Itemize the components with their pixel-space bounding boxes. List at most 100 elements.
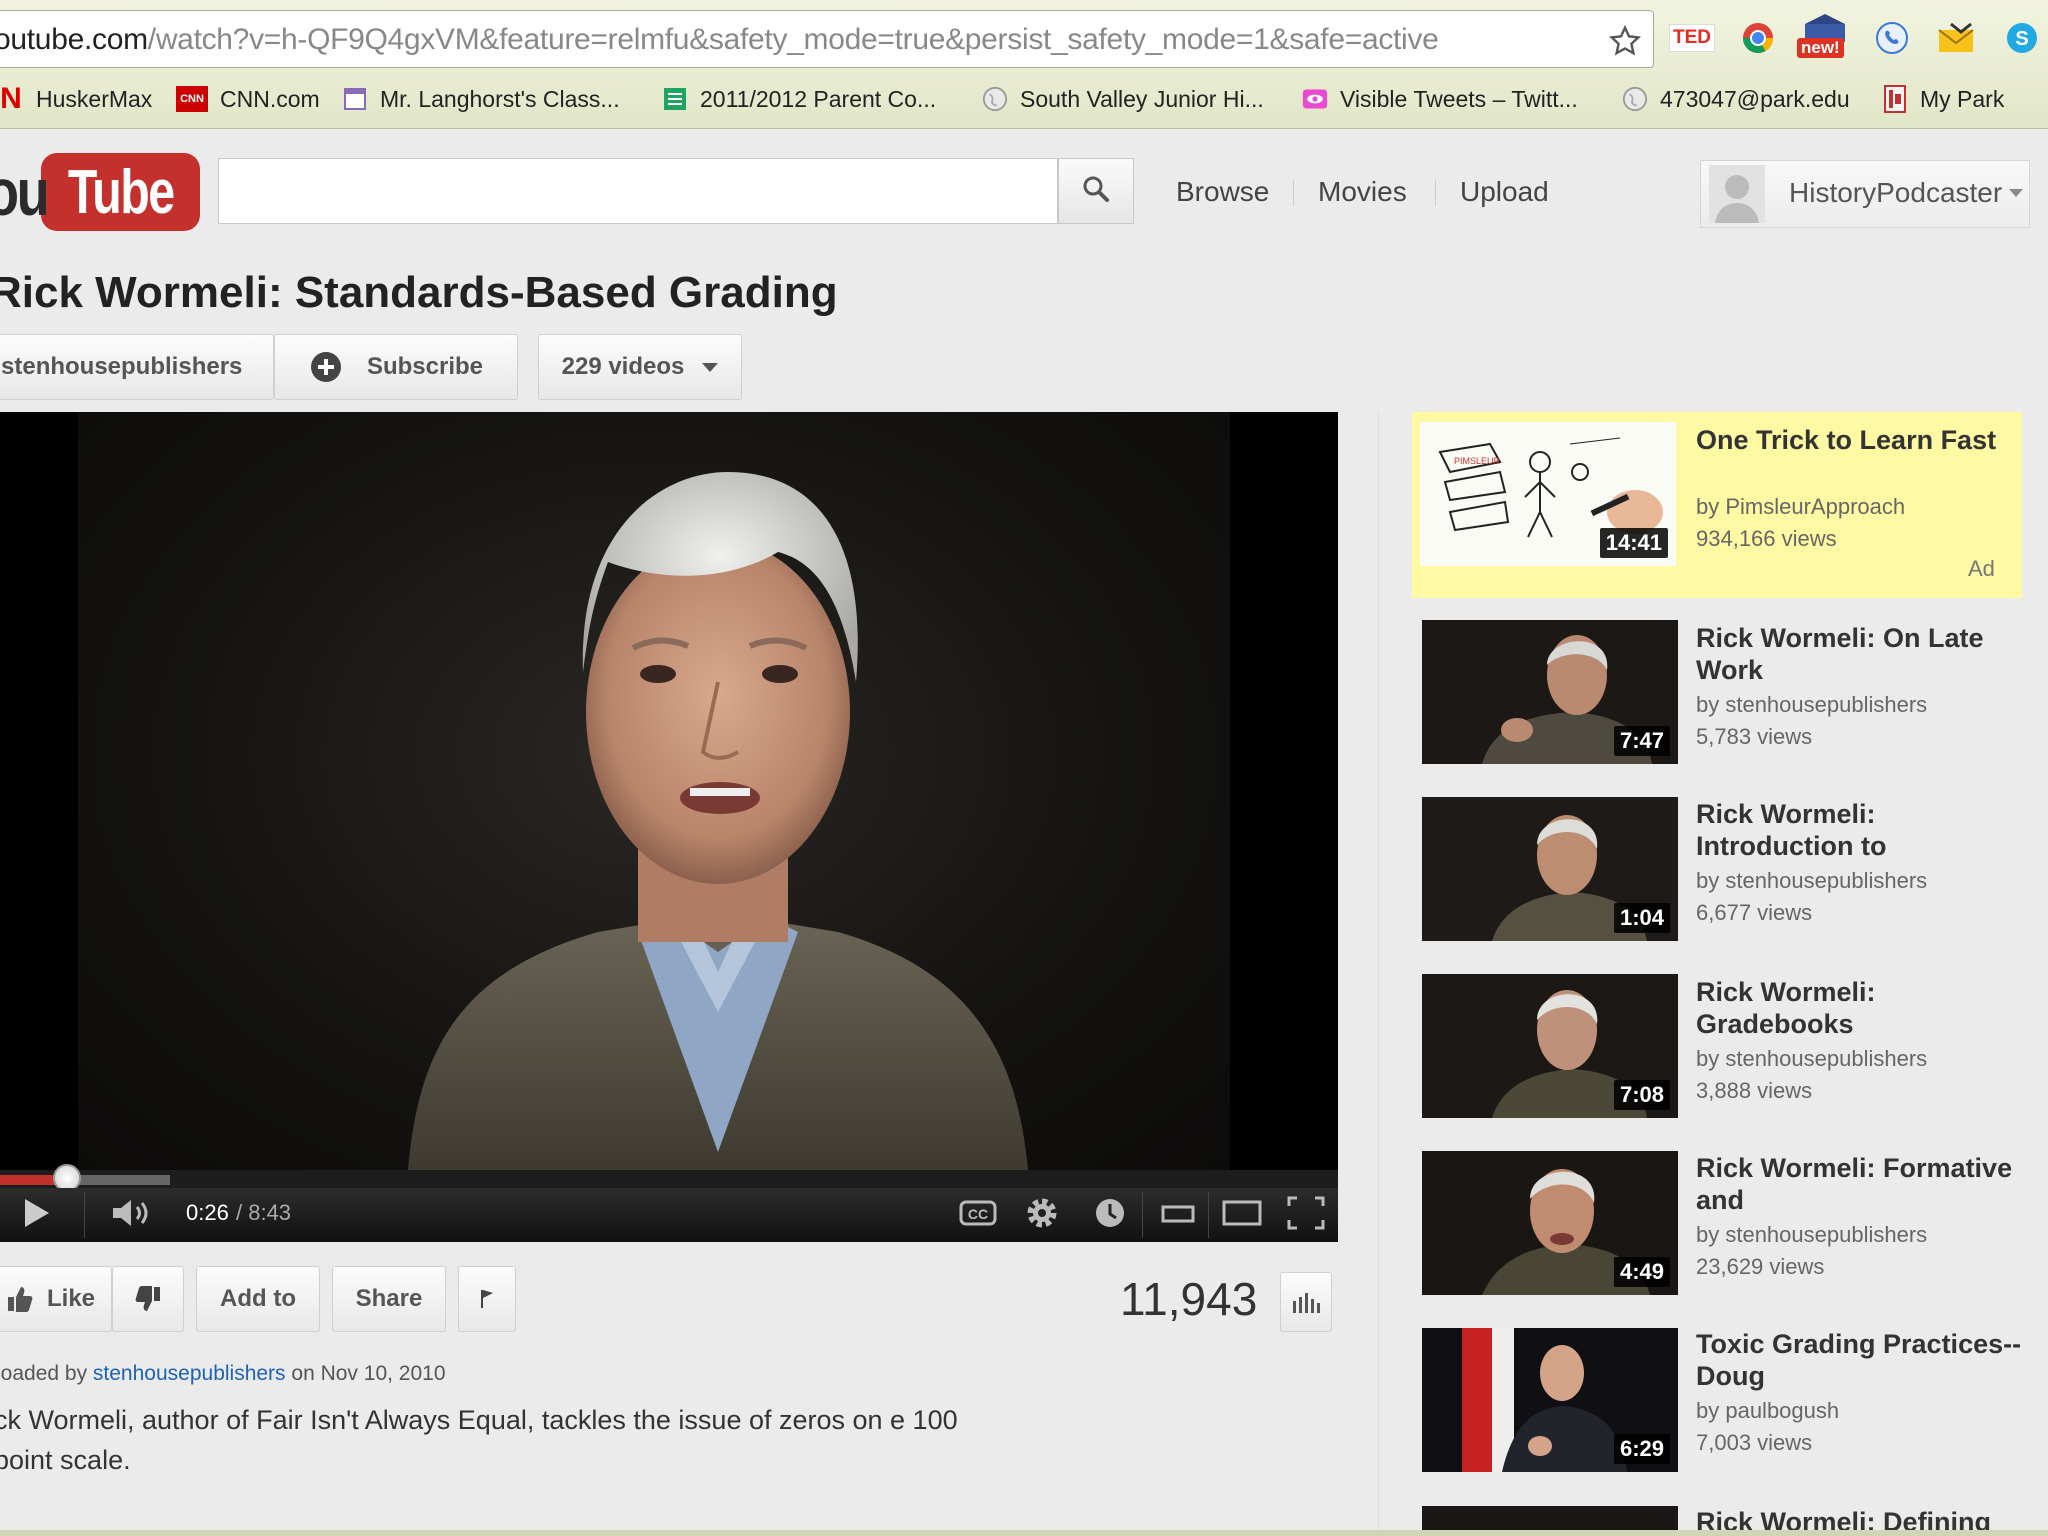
- bookmark-park-email[interactable]: 473047@park.edu: [1622, 82, 1850, 116]
- related-title[interactable]: Rick Wormeli: Gradebooks: [1696, 976, 2026, 1040]
- control-divider: [1142, 1192, 1143, 1238]
- bookmark-star-icon[interactable]: [1608, 24, 1642, 62]
- channel-button[interactable]: stenhousepublishers: [0, 334, 274, 400]
- search-input[interactable]: [218, 158, 1058, 224]
- volume-icon: [111, 1197, 155, 1234]
- related-title[interactable]: Rick Wormeli: On Late Work: [1696, 622, 2026, 686]
- flag-icon: [479, 1288, 495, 1310]
- ted-extension-icon[interactable]: TED: [1669, 16, 1715, 60]
- flag-button[interactable]: [458, 1266, 516, 1332]
- dislike-button[interactable]: [112, 1266, 184, 1332]
- progress-bar[interactable]: [0, 1164, 1338, 1192]
- thumbs-up-icon: [7, 1285, 33, 1313]
- bar-chart-icon: [1291, 1291, 1321, 1313]
- page-icon: [342, 86, 368, 112]
- nav-upload[interactable]: Upload: [1460, 176, 1549, 208]
- bookmark-huskermax[interactable]: N HuskerMax: [0, 82, 152, 116]
- video-description: ck Wormeli, author of Fair Isn't Always …: [0, 1405, 958, 1475]
- nav-browse[interactable]: Browse: [1176, 176, 1269, 208]
- related-thumbnail[interactable]: 6:29: [1422, 1328, 1678, 1472]
- url-text[interactable]: outube.com/watch?v=h-QF9Q4gxVM&feature=r…: [0, 23, 1439, 57]
- spreadsheet-icon: [662, 86, 688, 112]
- username: HistoryPodcaster: [1789, 177, 2003, 208]
- gear-icon: [1024, 1195, 1060, 1236]
- volume-button[interactable]: [108, 1194, 158, 1236]
- watch-later-button[interactable]: [1086, 1194, 1134, 1236]
- video-duration: 7:47: [1613, 726, 1670, 756]
- video-player[interactable]: 0:26 / 8:43 CC: [0, 412, 1338, 1242]
- play-button[interactable]: [14, 1194, 58, 1236]
- nav-movies[interactable]: Movies: [1318, 176, 1407, 208]
- large-player-icon: [1222, 1199, 1262, 1232]
- phone-extension-icon[interactable]: [1870, 16, 1914, 60]
- thumbs-down-icon: [135, 1285, 161, 1313]
- related-title[interactable]: Rick Wormeli: Introduction to: [1696, 798, 2026, 862]
- fullscreen-icon: [1287, 1196, 1325, 1235]
- bookmark-cnn[interactable]: CNN CNN.com: [176, 82, 320, 116]
- add-to-button[interactable]: Add to: [196, 1266, 320, 1332]
- captions-button[interactable]: CC: [954, 1194, 1002, 1236]
- bookmark-visible-tweets[interactable]: Visible Tweets – Twitt...: [1302, 82, 1578, 116]
- related-title[interactable]: Toxic Grading Practices--Doug: [1696, 1328, 2026, 1392]
- stats-button[interactable]: [1280, 1272, 1332, 1332]
- fullscreen-button[interactable]: [1282, 1194, 1330, 1236]
- settings-button[interactable]: [1018, 1194, 1066, 1236]
- related-thumbnail[interactable]: 7:08: [1422, 974, 1678, 1118]
- nav-divider: [1435, 180, 1436, 206]
- browser-toolbar: outube.com/watch?v=h-QF9Q4gxVM&feature=r…: [0, 0, 2048, 129]
- related-thumbnail[interactable]: 4:49: [1422, 1151, 1678, 1295]
- youtube-logo[interactable]: ou Tube: [0, 152, 201, 232]
- related-channel: by stenhousepublishers: [1696, 1046, 1928, 1071]
- video-duration: 1:04: [1613, 903, 1670, 933]
- new-extension-icon[interactable]: new!: [1796, 14, 1854, 60]
- total-time: / 8:43: [236, 1200, 292, 1225]
- clock-icon: [1093, 1196, 1127, 1235]
- share-button[interactable]: Share: [332, 1266, 446, 1332]
- globe-icon: [982, 86, 1008, 112]
- related-channel: by stenhousepublishers: [1696, 868, 1928, 893]
- skype-extension-icon[interactable]: S: [2000, 16, 2044, 60]
- bookmark-langhorst[interactable]: Mr. Langhorst's Class...: [342, 82, 620, 116]
- ad-title[interactable]: One Trick to Learn Fast: [1696, 424, 2026, 456]
- bookmark-south-valley[interactable]: South Valley Junior Hi...: [982, 82, 1264, 116]
- search-button[interactable]: [1058, 158, 1134, 224]
- bookmark-parent-co[interactable]: 2011/2012 Parent Co...: [662, 82, 936, 116]
- address-bar[interactable]: outube.com/watch?v=h-QF9Q4gxVM&feature=r…: [0, 10, 1654, 68]
- ad-channel: by PimsleurApproach: [1696, 494, 1906, 519]
- related-views: 23,629 views: [1696, 1254, 1825, 1279]
- uploader-link[interactable]: stenhousepublishers: [93, 1362, 286, 1385]
- svg-text:PIMSLEUR: PIMSLEUR: [1454, 456, 1501, 466]
- video-title: Rick Wormeli: Standards-Based Grading: [0, 268, 838, 317]
- related-thumbnail[interactable]: 1:04: [1422, 797, 1678, 941]
- huskermax-icon: N: [0, 82, 22, 115]
- nav-divider: [1293, 180, 1294, 206]
- like-button[interactable]: Like: [0, 1266, 112, 1332]
- park-logo-icon: [1882, 85, 1908, 113]
- chrome-extension-icon[interactable]: [1736, 16, 1780, 60]
- related-views: 5,783 views: [1696, 724, 1813, 749]
- related-channel: by paulbogush: [1696, 1398, 1840, 1423]
- search-icon: [1082, 175, 1110, 208]
- video-frame[interactable]: [78, 412, 1230, 1170]
- globe-icon: [1622, 86, 1648, 112]
- ad-thumbnail[interactable]: PIMSLEUR 14:41: [1420, 422, 1676, 566]
- related-title[interactable]: Rick Wormeli: Defining: [1696, 1506, 2036, 1530]
- related-thumbnail[interactable]: 7:47: [1422, 620, 1678, 764]
- videos-dropdown[interactable]: 229 videos: [538, 334, 742, 400]
- related-thumbnail[interactable]: [1422, 1506, 1678, 1530]
- video-duration: 6:29: [1613, 1434, 1670, 1464]
- svg-text:S: S: [2015, 28, 2028, 50]
- cnn-icon: CNN: [176, 86, 208, 112]
- subscribe-button[interactable]: Subscribe: [274, 334, 518, 400]
- large-player-button[interactable]: [1218, 1194, 1266, 1236]
- window-bottom-edge: [0, 1530, 2048, 1536]
- svg-text:CC: CC: [968, 1206, 988, 1222]
- small-player-button[interactable]: [1156, 1194, 1200, 1236]
- account-menu[interactable]: HistoryPodcaster: [1700, 160, 2030, 228]
- ad-badge: Ad: [1968, 556, 1995, 581]
- bookmark-my-park[interactable]: My Park: [1882, 82, 2004, 116]
- player-controls: 0:26 / 8:43 CC: [0, 1188, 1338, 1242]
- video-duration: 4:49: [1613, 1257, 1670, 1287]
- mail-extension-icon[interactable]: [1934, 16, 1978, 60]
- related-title[interactable]: Rick Wormeli: Formative and: [1696, 1152, 2026, 1216]
